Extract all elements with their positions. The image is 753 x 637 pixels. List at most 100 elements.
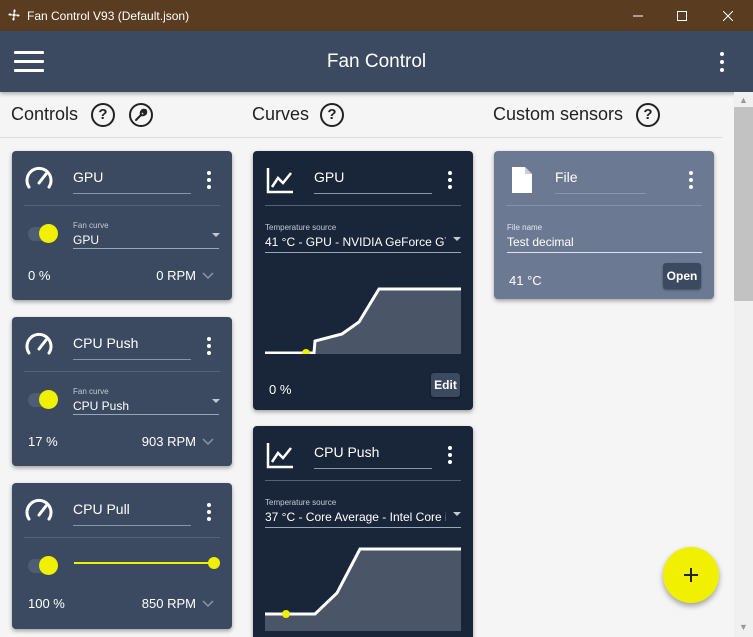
fan-rpm: 0 RPM <box>156 268 196 283</box>
manual-slider-thumb[interactable] <box>208 557 220 569</box>
minimize-icon <box>633 15 643 16</box>
name-underline <box>73 359 191 360</box>
curve-current-point <box>302 349 310 354</box>
more-vert-icon[interactable] <box>447 446 453 464</box>
curve-name[interactable]: CPU Push <box>314 444 379 460</box>
temperature-source-caption: Temperature source <box>265 223 337 232</box>
chevron-down-icon[interactable] <box>202 600 214 608</box>
plus-icon <box>684 568 698 582</box>
add-button[interactable] <box>663 547 719 603</box>
scroll-up-icon[interactable]: ▲ <box>739 95 748 105</box>
curves-heading: Curves <box>252 104 310 124</box>
close-icon <box>723 10 733 21</box>
gauge-icon <box>25 332 53 355</box>
scroll-down-icon[interactable]: ▼ <box>739 622 748 632</box>
card-divider <box>265 205 461 206</box>
select-underline <box>73 414 219 415</box>
input-underline <box>507 252 702 253</box>
card-divider <box>24 537 220 538</box>
dropdown-caret-icon[interactable] <box>453 237 461 241</box>
close-button[interactable] <box>705 0 751 31</box>
fan-percent: 17 % <box>28 434 58 449</box>
more-vert-icon[interactable] <box>447 171 453 189</box>
fan-curve-select[interactable]: GPU <box>73 233 203 247</box>
control-card-gpu: GPU Fan curve GPU 0 % 0 RPM <box>12 151 232 300</box>
control-name[interactable]: CPU Pull <box>73 501 130 517</box>
temperature-source-select[interactable]: 37 °C - Core Average - Intel Core i7 <box>265 510 446 524</box>
help-icon[interactable]: ? <box>91 103 115 127</box>
open-button[interactable]: Open <box>663 263 701 289</box>
file-name-caption: File name <box>507 223 543 232</box>
name-underline <box>314 193 432 194</box>
fan-rpm: 903 RPM <box>141 434 196 449</box>
dropdown-caret-icon[interactable] <box>453 512 461 516</box>
select-underline <box>265 527 461 528</box>
fan-curve-caption: Fan curve <box>73 387 109 396</box>
card-divider <box>24 371 220 372</box>
fan-percent: 0 % <box>28 268 51 283</box>
curve-graph[interactable] <box>265 547 461 631</box>
curve-name[interactable]: GPU <box>314 169 344 185</box>
chart-line-icon <box>266 443 293 469</box>
app-title: Fan Control <box>326 51 427 72</box>
card-divider <box>24 205 220 206</box>
control-card-cpu-push: CPU Push Fan curve CPU Push 17 % 903 RPM <box>12 317 232 466</box>
more-vert-icon[interactable] <box>688 171 694 189</box>
window-title: Fan Control V93 (Default.json) <box>27 9 190 23</box>
scrollbar[interactable]: ▲ ▼ <box>734 92 753 637</box>
file-name-input[interactable]: Test decimal <box>507 235 697 249</box>
help-icon[interactable]: ? <box>320 103 344 127</box>
edit-button[interactable]: Edit <box>431 373 460 397</box>
help-icon[interactable]: ? <box>636 103 660 127</box>
gauge-icon <box>25 498 53 521</box>
manual-slider-track[interactable] <box>74 562 215 564</box>
temperature-source-select[interactable]: 41 °C - GPU - NVIDIA GeForce GTX <box>265 235 446 249</box>
more-vert-icon[interactable] <box>206 503 212 521</box>
gauge-icon <box>25 166 53 189</box>
window-titlebar: Fan Control V93 (Default.json) <box>0 0 753 31</box>
chevron-down-icon[interactable] <box>202 438 214 446</box>
controls-heading: Controls <box>11 104 79 124</box>
sensor-name[interactable]: File <box>555 169 578 185</box>
dropdown-caret-icon[interactable] <box>212 233 220 237</box>
minimize-button[interactable] <box>615 0 661 31</box>
name-underline <box>73 193 191 194</box>
name-underline <box>314 468 432 469</box>
app-bar: Fan Control <box>0 31 753 92</box>
sensor-reading: 41 °C <box>509 273 542 288</box>
select-underline <box>73 248 219 249</box>
control-card-cpu-pull: CPU Pull 100 % 850 RPM <box>12 483 232 629</box>
more-vert-icon[interactable] <box>206 171 212 189</box>
more-vert-icon[interactable] <box>206 337 212 355</box>
curve-graph[interactable] <box>265 284 461 354</box>
toggle-knob[interactable] <box>39 224 58 243</box>
dropdown-caret-icon[interactable] <box>212 399 220 403</box>
wrench-icon[interactable] <box>128 102 154 128</box>
maximize-button[interactable] <box>659 0 705 31</box>
fan-rpm: 850 RPM <box>141 596 196 611</box>
file-icon <box>512 167 532 193</box>
chevron-down-icon[interactable] <box>202 272 214 280</box>
toggle-knob[interactable] <box>39 556 58 575</box>
chart-line-icon <box>266 168 293 194</box>
custom-sensors-heading: Custom sensors <box>493 104 624 124</box>
fan-curve-caption: Fan curve <box>73 221 109 230</box>
control-name[interactable]: GPU <box>73 169 103 185</box>
more-vert-icon[interactable] <box>715 51 729 73</box>
card-divider <box>265 480 461 481</box>
name-underline <box>73 525 191 526</box>
name-underline <box>555 193 646 194</box>
select-underline <box>265 252 461 253</box>
curve-output: 0 % <box>269 382 292 397</box>
card-divider <box>506 205 702 206</box>
curve-card-cpu-push: CPU Push Temperature source 37 °C - Core… <box>253 426 473 637</box>
fan-curve-select[interactable]: CPU Push <box>73 399 203 413</box>
temperature-source-caption: Temperature source <box>265 498 337 507</box>
toggle-knob[interactable] <box>39 390 58 409</box>
scrollbar-thumb[interactable] <box>734 107 753 301</box>
control-name[interactable]: CPU Push <box>73 335 138 351</box>
sensor-card-file: File File name Test decimal 41 °C Open <box>494 151 714 299</box>
fan-percent: 100 % <box>28 596 65 611</box>
fan-app-icon <box>8 9 20 21</box>
header-divider <box>0 137 722 138</box>
